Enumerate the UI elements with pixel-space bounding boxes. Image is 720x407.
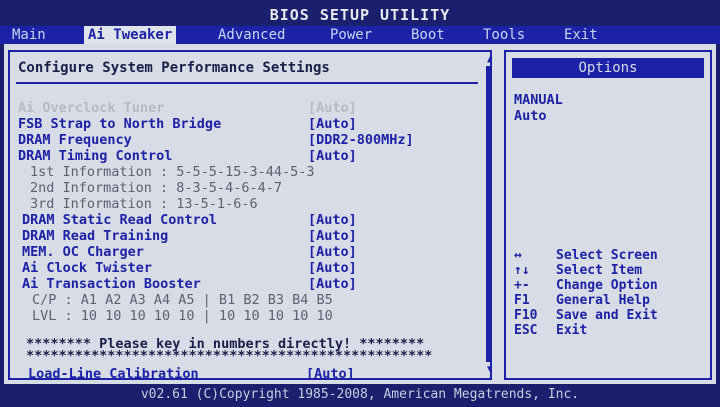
setting-label: FSB Strap to North Bridge <box>18 116 222 132</box>
option-manual[interactable]: MANUAL <box>514 92 563 108</box>
tab-power[interactable]: Power <box>326 26 376 44</box>
copyright-footer: v02.61 (C)Copyright 1985-2008, American … <box>0 384 720 407</box>
section-title: Configure System Performance Settings <box>18 60 330 76</box>
help-key: F10 <box>514 308 538 323</box>
help-desc: Exit <box>556 323 588 338</box>
info-text: 3rd Information : 13-5-1-6-6 <box>30 196 258 212</box>
setting-label: DRAM Static Read Control <box>22 212 218 228</box>
option-auto[interactable]: Auto <box>514 108 547 124</box>
info-text: 1st Information : 5-5-5-15-3-44-5-3 <box>30 164 315 180</box>
menu-bar: Main Ai Tweaker Advanced Power Boot Tool… <box>0 26 720 44</box>
setting-label: DRAM Timing Control <box>18 148 173 164</box>
setting-label: Ai Clock Twister <box>22 260 153 276</box>
info-text: C/P : A1 A2 A3 A4 A5 | B1 B2 B3 B4 B5 <box>32 292 333 308</box>
scroll-down-arrow-icon[interactable]: ▼ <box>483 364 490 376</box>
section-divider <box>16 82 478 84</box>
tab-ai-tweaker[interactable]: Ai Tweaker <box>84 26 177 44</box>
setting-label: DRAM Frequency <box>18 132 132 148</box>
help-key: ESC <box>514 323 538 338</box>
setting-label: Ai Transaction Booster <box>22 276 201 292</box>
tab-tools[interactable]: Tools <box>479 26 529 44</box>
setting-label: DRAM Read Training <box>22 228 169 244</box>
setting-value: [Auto] <box>308 212 357 228</box>
setting-value: [Auto] <box>308 116 357 132</box>
setting-value: [Auto] <box>308 228 357 244</box>
left-right-arrows-icon: ↔ <box>514 248 522 263</box>
setting-label: Load-Line Calibration <box>28 366 199 380</box>
bios-screen: Configure System Performance Settings Ai… <box>4 44 716 384</box>
scrollbar[interactable] <box>486 66 490 362</box>
help-desc: Select Item <box>556 263 643 278</box>
setting-label: Ai Overclock Tuner <box>18 100 165 116</box>
setting-value: [Auto] <box>308 276 357 292</box>
help-desc: Change Option <box>556 278 658 293</box>
setting-value: [Auto] <box>306 366 355 380</box>
tab-exit[interactable]: Exit <box>560 26 602 44</box>
setting-value: [Auto] <box>308 244 357 260</box>
help-key: +- <box>514 278 530 293</box>
bios-title: BIOS SETUP UTILITY <box>0 0 720 26</box>
tab-main[interactable]: Main <box>8 26 50 44</box>
help-key: F1 <box>514 293 530 308</box>
setting-value: [Auto] <box>308 260 357 276</box>
info-text: 2nd Information : 8-3-5-4-6-4-7 <box>30 180 282 196</box>
help-desc: General Help <box>556 293 650 308</box>
settings-panel: Configure System Performance Settings Ai… <box>8 50 492 380</box>
tab-advanced[interactable]: Advanced <box>214 26 289 44</box>
help-desc: Select Screen <box>556 248 658 263</box>
setting-value: [DDR2-800MHz] <box>308 132 414 148</box>
info-text: LVL : 10 10 10 10 10 | 10 10 10 10 10 <box>32 308 333 324</box>
options-header: Options <box>512 58 704 78</box>
tab-boot[interactable]: Boot <box>407 26 449 44</box>
setting-value: [Auto] <box>308 148 357 164</box>
setting-value: [Auto] <box>308 100 357 116</box>
help-desc: Save and Exit <box>556 308 658 323</box>
scroll-up-arrow-icon[interactable]: ▲ <box>483 54 490 66</box>
options-panel: Options MANUAL Auto ↔ Select Screen ↑↓ S… <box>504 50 712 380</box>
notice-text: ****************************************… <box>26 348 433 364</box>
up-down-arrows-icon: ↑↓ <box>514 263 530 278</box>
setting-label: MEM. OC Charger <box>22 244 144 260</box>
